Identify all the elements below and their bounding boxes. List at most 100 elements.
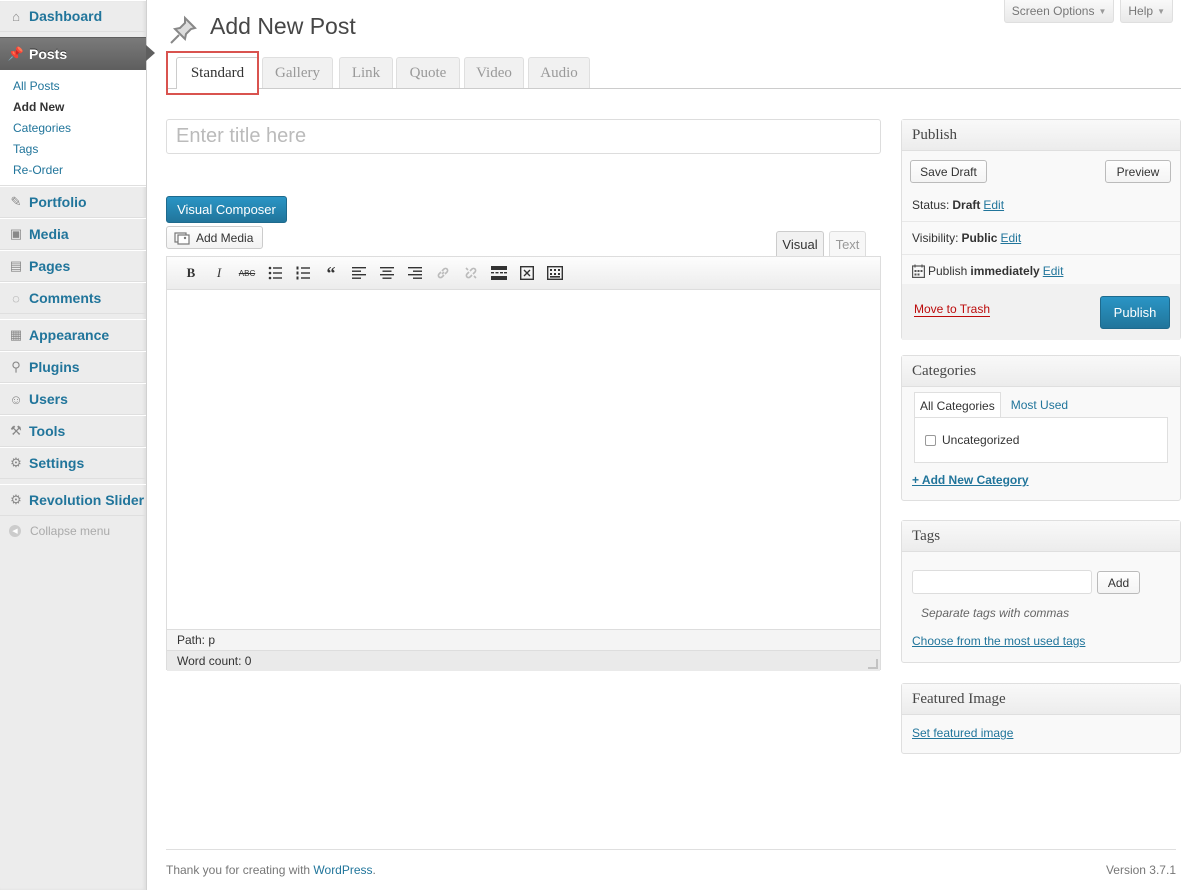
add-tag-button[interactable]: Add bbox=[1097, 571, 1140, 594]
submenu-add-new[interactable]: Add New bbox=[0, 97, 146, 118]
featured-image-heading: Featured Image bbox=[902, 684, 1180, 715]
category-label: Uncategorized bbox=[942, 433, 1020, 447]
edit-status-link[interactable]: Edit bbox=[983, 198, 1004, 212]
chevron-down-icon: ▼ bbox=[1098, 6, 1107, 16]
help-button[interactable]: Help ▼ bbox=[1120, 0, 1173, 23]
gear-icon: ⚙ bbox=[10, 492, 22, 507]
media-icon bbox=[174, 231, 190, 245]
unlink-icon[interactable] bbox=[457, 263, 485, 283]
menu-appearance[interactable]: ▦ Appearance bbox=[0, 319, 146, 351]
status-label: Status: bbox=[912, 198, 950, 212]
menu-pages-label: Pages bbox=[29, 258, 71, 274]
align-right-icon[interactable] bbox=[401, 263, 429, 283]
submenu-categories[interactable]: Categories bbox=[0, 118, 146, 139]
tab-video[interactable]: Video bbox=[464, 57, 524, 88]
submenu-tags[interactable]: Tags bbox=[0, 139, 146, 160]
screen-options-button[interactable]: Screen Options ▼ bbox=[1003, 0, 1115, 23]
toolbar-toggle-icon[interactable] bbox=[541, 263, 569, 283]
wordpress-link[interactable]: WordPress bbox=[313, 863, 372, 877]
tags-heading: Tags bbox=[902, 521, 1180, 552]
status-value: Draft bbox=[952, 198, 981, 212]
admin-sidebar: ⌂ Dashboard 📌 Posts All Posts Add New Ca… bbox=[0, 0, 155, 890]
menu-tools[interactable]: ⚒ Tools bbox=[0, 415, 146, 447]
menu-media[interactable]: ▣ Media bbox=[0, 218, 146, 250]
numbered-list-icon[interactable] bbox=[289, 263, 317, 283]
menu-dashboard[interactable]: ⌂ Dashboard bbox=[0, 0, 146, 32]
status-row: Status: Draft Edit bbox=[902, 189, 1180, 222]
content-editor: B I ABC “ Path: p Word count: 0 bbox=[166, 256, 881, 671]
preview-button[interactable]: Preview bbox=[1105, 160, 1171, 183]
category-checkbox[interactable] bbox=[925, 435, 936, 446]
tab-audio[interactable]: Audio bbox=[528, 57, 590, 88]
visibility-row: Visibility: Public Edit bbox=[902, 222, 1180, 255]
featured-image-box: Featured Image Set featured image bbox=[901, 683, 1181, 754]
post-title-input[interactable] bbox=[166, 119, 881, 154]
bullet-list-icon[interactable] bbox=[261, 263, 289, 283]
pages-icon: ▤ bbox=[9, 258, 23, 273]
footer-period: . bbox=[372, 863, 376, 877]
category-list: Uncategorized bbox=[914, 417, 1168, 463]
align-center-icon[interactable] bbox=[373, 263, 401, 283]
move-to-trash-link[interactable]: Move to Trash bbox=[914, 302, 991, 317]
edit-visibility-link[interactable]: Edit bbox=[1000, 231, 1021, 245]
menu-plugins[interactable]: ⚲ Plugins bbox=[0, 351, 146, 383]
blockquote-icon[interactable]: “ bbox=[317, 263, 345, 283]
menu-posts[interactable]: 📌 Posts bbox=[0, 37, 155, 70]
resize-handle-icon[interactable] bbox=[868, 659, 878, 669]
tag-input[interactable] bbox=[912, 570, 1092, 594]
link-icon[interactable] bbox=[429, 263, 457, 283]
italic-icon[interactable]: I bbox=[205, 263, 233, 283]
tools-icon: ⚒ bbox=[10, 423, 22, 438]
word-count: Word count: 0 bbox=[177, 654, 252, 668]
add-media-button[interactable]: Add Media bbox=[166, 226, 263, 249]
menu-plugins-label: Plugins bbox=[29, 359, 80, 375]
post-format-tabs: Standard Gallery Link Quote Video Audio bbox=[166, 57, 1181, 89]
publish-misc: Status: Draft Edit Visibility: Public Ed… bbox=[902, 189, 1180, 287]
footer-thanks: Thank you for creating with bbox=[166, 863, 314, 877]
set-featured-image-link[interactable]: Set featured image bbox=[912, 726, 1013, 740]
tab-all-categories[interactable]: All Categories bbox=[914, 392, 1001, 418]
tab-most-used[interactable]: Most Used bbox=[1001, 392, 1073, 418]
tab-link[interactable]: Link bbox=[339, 57, 393, 88]
categories-heading: Categories bbox=[902, 356, 1180, 387]
highlight-box bbox=[166, 51, 259, 95]
fullscreen-icon[interactable] bbox=[513, 263, 541, 283]
add-new-category-link[interactable]: + Add New Category bbox=[912, 473, 1029, 487]
menu-comments-label: Comments bbox=[29, 290, 102, 306]
chevron-down-icon: ▼ bbox=[1157, 6, 1165, 16]
home-icon: ⌂ bbox=[12, 8, 20, 24]
tab-quote[interactable]: Quote bbox=[396, 57, 460, 88]
comment-icon: ◌ bbox=[12, 290, 20, 306]
tab-gallery[interactable]: Gallery bbox=[262, 57, 333, 88]
appearance-icon: ▦ bbox=[9, 327, 23, 342]
choose-tags-link[interactable]: Choose from the most used tags bbox=[912, 634, 1085, 648]
submenu-re-order[interactable]: Re-Order bbox=[0, 160, 146, 181]
visibility-value: Public bbox=[961, 231, 998, 245]
visual-composer-button[interactable]: Visual Composer bbox=[166, 196, 287, 223]
collapse-menu-button[interactable]: ◀ Collapse menu bbox=[0, 516, 146, 546]
menu-posts-label: Posts bbox=[29, 45, 68, 62]
tab-text[interactable]: Text bbox=[829, 231, 866, 256]
submenu-all-posts[interactable]: All Posts bbox=[0, 76, 146, 97]
publish-button[interactable]: Publish bbox=[1100, 296, 1170, 329]
editor-content-area[interactable] bbox=[167, 290, 880, 629]
strikethrough-icon[interactable]: ABC bbox=[233, 263, 261, 283]
read-more-icon[interactable] bbox=[485, 263, 513, 283]
menu-portfolio[interactable]: ✎ Portfolio bbox=[0, 186, 146, 218]
categories-box: Categories All Categories Most Used Unca… bbox=[901, 355, 1181, 501]
tab-visual[interactable]: Visual bbox=[776, 231, 824, 257]
footer-credit: Thank you for creating with WordPress. bbox=[166, 863, 376, 877]
pushpin-icon: 📌 bbox=[7, 45, 25, 61]
save-draft-button[interactable]: Save Draft bbox=[910, 160, 987, 183]
menu-pages[interactable]: ▤ Pages bbox=[0, 250, 146, 282]
menu-settings[interactable]: ⚙ Settings bbox=[0, 447, 146, 479]
menu-appearance-label: Appearance bbox=[29, 327, 110, 343]
menu-users[interactable]: ☺ Users bbox=[0, 383, 146, 415]
posts-submenu: All Posts Add New Categories Tags Re-Ord… bbox=[0, 70, 146, 186]
publish-box: Publish Save Draft Preview Status: Draft… bbox=[901, 119, 1181, 340]
align-left-icon[interactable] bbox=[345, 263, 373, 283]
edit-schedule-link[interactable]: Edit bbox=[1043, 264, 1064, 278]
bold-icon[interactable]: B bbox=[177, 263, 205, 283]
menu-comments[interactable]: ◌ Comments bbox=[0, 282, 146, 314]
menu-revolution-slider[interactable]: ⚙ Revolution Slider bbox=[0, 484, 146, 516]
